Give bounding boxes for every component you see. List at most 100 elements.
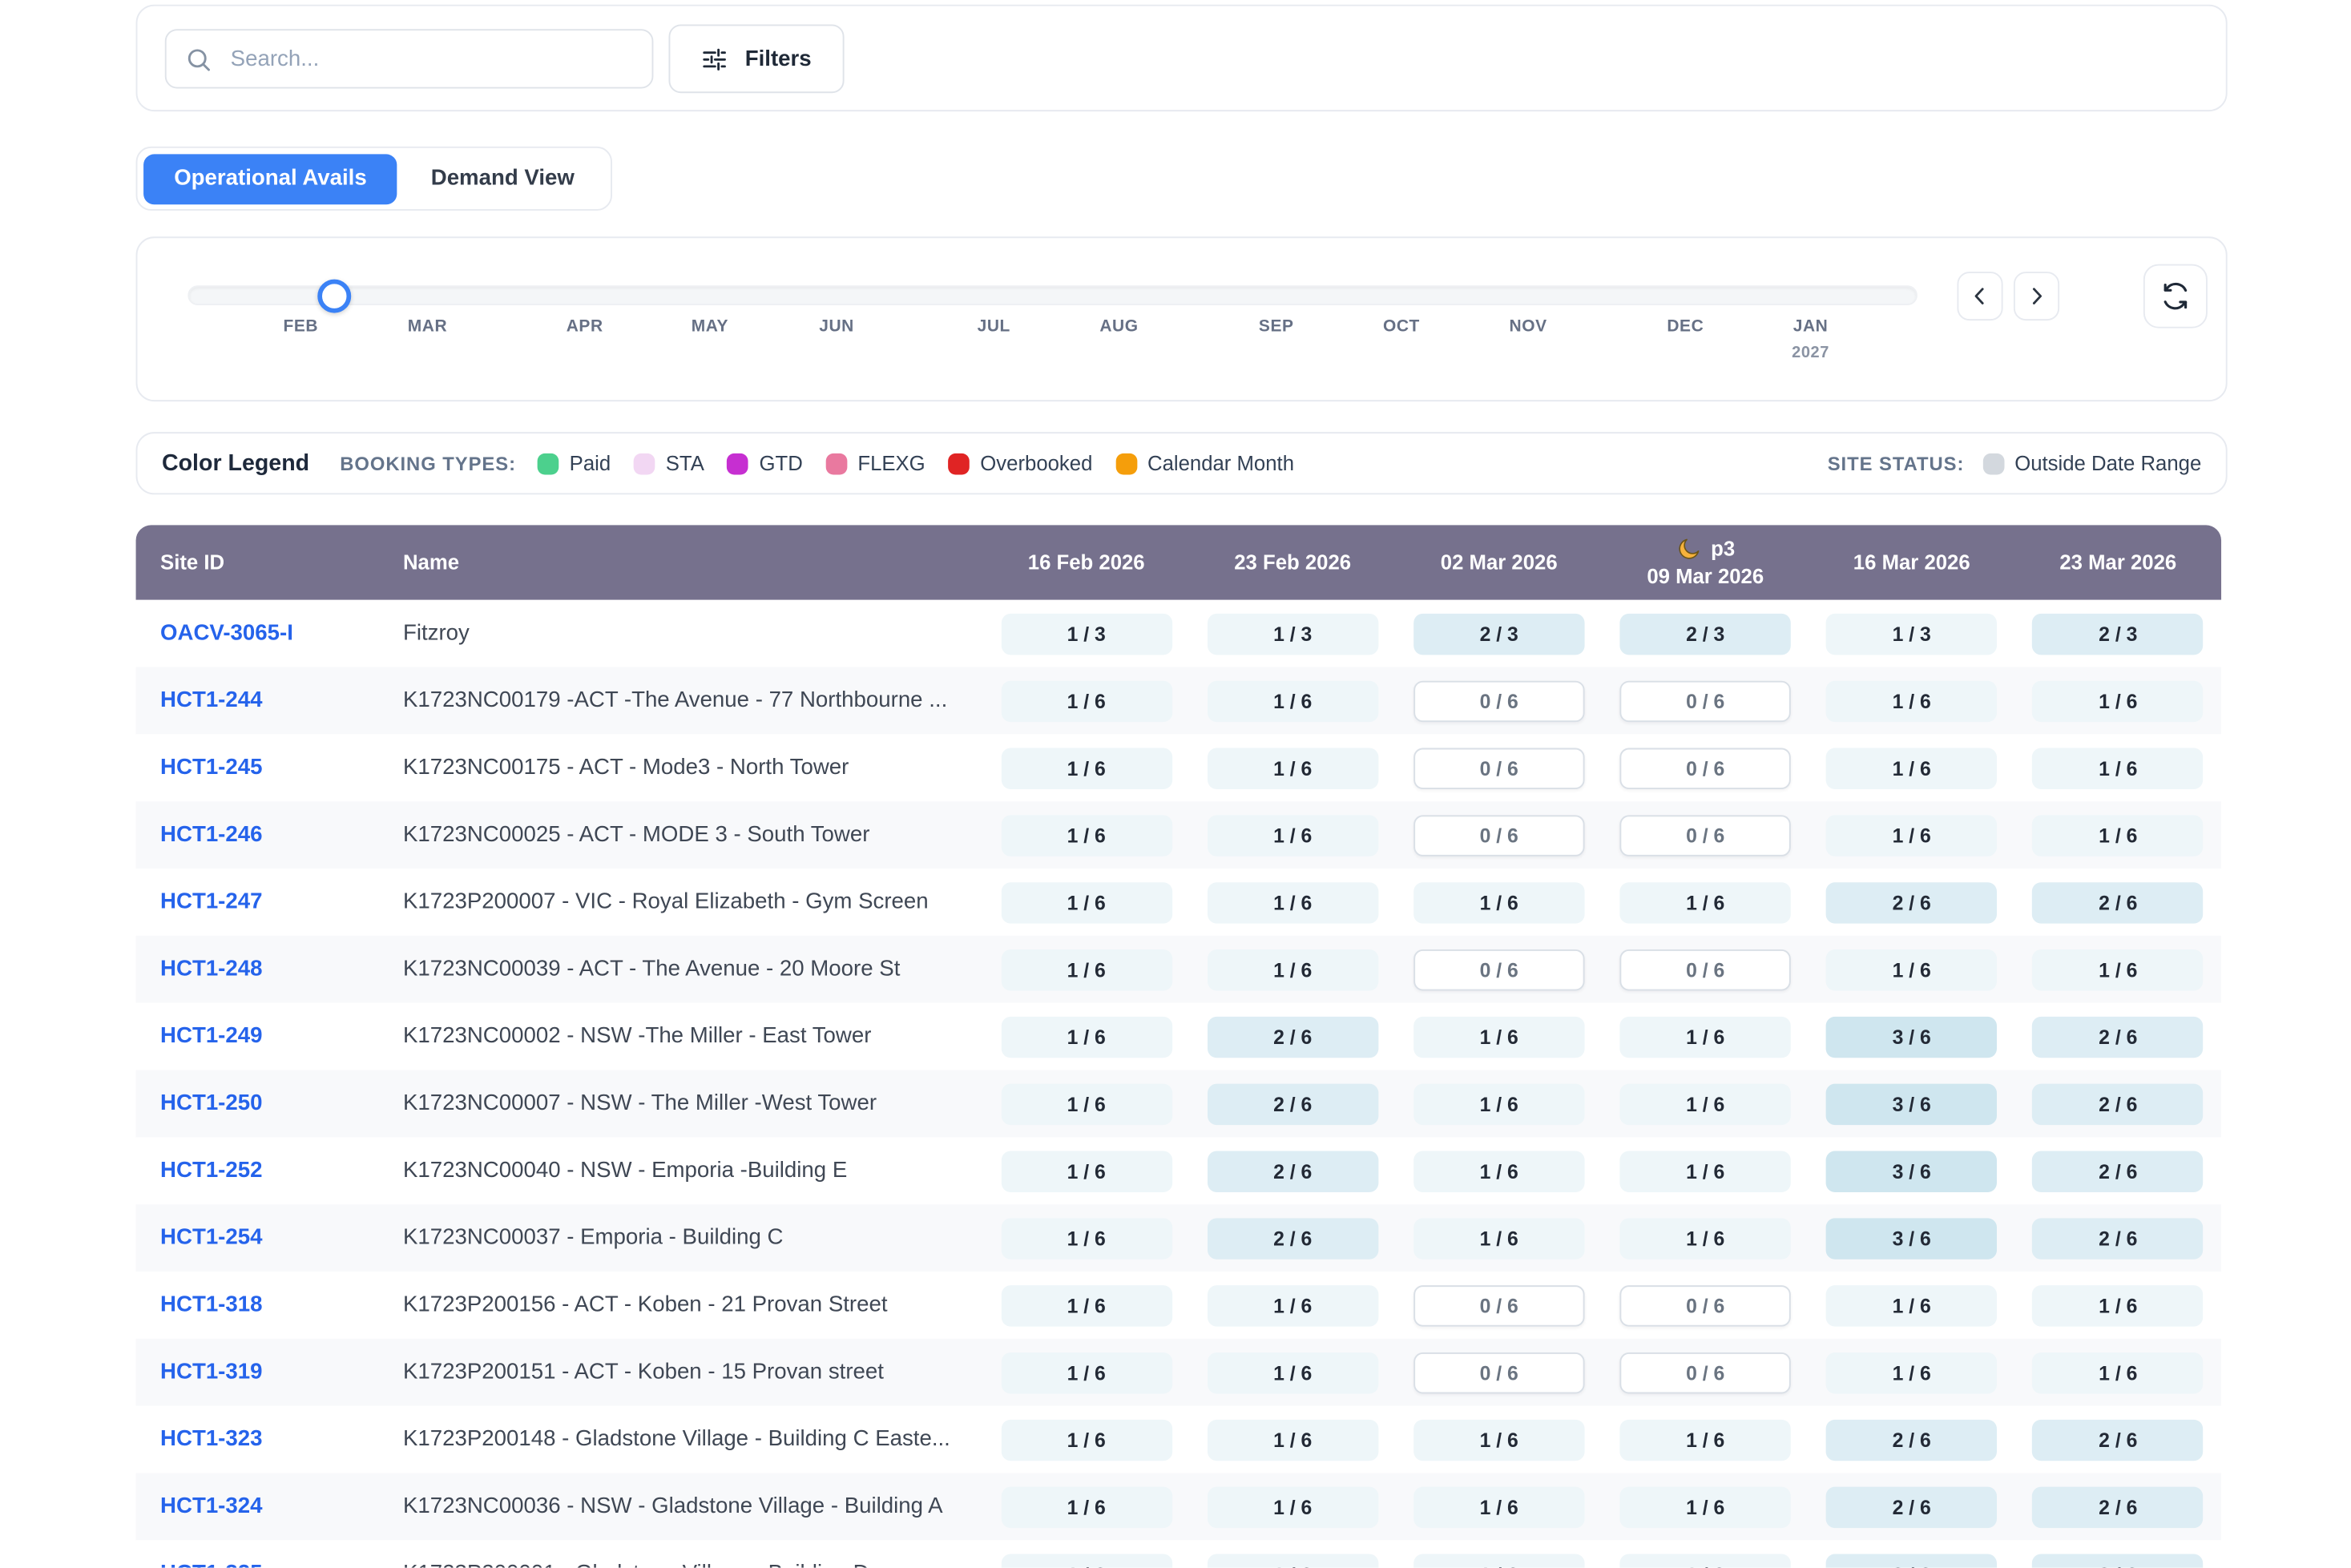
availability-cell[interactable]: 1 / 6 [1413,1419,1584,1460]
availability-cell[interactable]: 1 / 6 [1207,680,1377,721]
availability-cell[interactable]: 2 / 6 [1207,1016,1377,1057]
availability-cell[interactable]: 1 / 6 [1826,814,1997,855]
availability-cell[interactable]: 1 / 6 [1620,1554,1791,1568]
site-id-link[interactable]: HCT1-248 [136,957,263,982]
availability-cell[interactable]: 0 / 6 [1413,680,1584,721]
availability-cell[interactable]: 1 / 6 [2033,814,2204,855]
availability-cell[interactable]: 1 / 6 [1207,1284,1377,1325]
availability-cell[interactable]: 3 / 6 [1826,1151,1997,1191]
availability-cell[interactable]: 2 / 3 [2033,613,2204,654]
availability-cell[interactable]: 1 / 3 [1001,613,1171,654]
availability-cell[interactable]: 0 / 6 [1620,1284,1791,1325]
availability-cell[interactable]: 2 / 6 [2033,1083,2204,1124]
availability-cell[interactable]: 1 / 6 [1826,1284,1997,1325]
availability-cell[interactable]: 1 / 6 [1207,1554,1377,1568]
site-id-link[interactable]: HCT1-254 [136,1226,263,1250]
availability-cell[interactable]: 1 / 3 [1826,613,1997,654]
availability-cell[interactable]: 0 / 6 [1620,748,1791,788]
availability-cell[interactable]: 2 / 3 [1413,613,1584,654]
availability-cell[interactable]: 2 / 6 [1826,1554,1997,1568]
availability-cell[interactable]: 1 / 6 [1620,1083,1791,1124]
availability-cell[interactable]: 1 / 6 [1620,1016,1791,1057]
availability-cell[interactable]: 1 / 6 [1826,748,1997,788]
availability-cell[interactable]: 0 / 6 [1413,814,1584,855]
availability-cell[interactable]: 1 / 6 [1001,1554,1171,1568]
availability-cell[interactable]: 3 / 6 [1826,1016,1997,1057]
availability-cell[interactable]: 2 / 6 [1826,1419,1997,1460]
availability-cell[interactable]: 2 / 6 [2033,1151,2204,1191]
availability-cell[interactable]: 2 / 6 [2033,1016,2204,1057]
availability-cell[interactable]: 1 / 6 [1207,881,1377,922]
availability-cell[interactable]: 1 / 6 [2033,949,2204,990]
availability-cell[interactable]: 1 / 6 [1620,1419,1791,1460]
availability-cell[interactable]: 1 / 6 [1413,1083,1584,1124]
availability-cell[interactable]: 1 / 6 [2033,1284,2204,1325]
availability-cell[interactable]: 1 / 6 [1001,881,1171,922]
availability-cell[interactable]: 1 / 6 [1826,1352,1997,1393]
availability-cell[interactable]: 1 / 6 [1001,1419,1171,1460]
availability-cell[interactable]: 1 / 6 [1413,1554,1584,1568]
site-id-link[interactable]: HCT1-325 [136,1562,263,1568]
search-input[interactable] [228,45,634,72]
availability-cell[interactable]: 2 / 6 [2033,1486,2204,1527]
availability-cell[interactable]: 1 / 6 [1620,881,1791,922]
site-id-link[interactable]: OACV-3065-I [136,621,293,645]
availability-cell[interactable]: 0 / 6 [1413,1352,1584,1393]
timeline-handle[interactable] [317,279,351,312]
availability-cell[interactable]: 1 / 6 [1826,680,1997,721]
site-id-link[interactable]: HCT1-250 [136,1091,263,1115]
availability-cell[interactable]: 1 / 6 [1207,1419,1377,1460]
availability-cell[interactable]: 1 / 6 [1001,1083,1171,1124]
availability-cell[interactable]: 2 / 6 [2033,1419,2204,1460]
site-id-link[interactable]: HCT1-252 [136,1159,263,1183]
availability-cell[interactable]: 1 / 6 [1001,680,1171,721]
availability-cell[interactable]: 2 / 6 [1207,1217,1377,1258]
availability-cell[interactable]: 0 / 6 [1620,814,1791,855]
availability-cell[interactable]: 1 / 6 [1001,1486,1171,1527]
site-id-link[interactable]: HCT1-245 [136,756,263,780]
site-id-link[interactable]: HCT1-247 [136,890,263,914]
timeline-prev-button[interactable] [1957,272,2002,320]
availability-cell[interactable]: 1 / 6 [1413,1217,1584,1258]
site-id-link[interactable]: HCT1-244 [136,688,263,712]
availability-cell[interactable]: 3 / 6 [1826,1217,1997,1258]
availability-cell[interactable]: 0 / 6 [1413,1284,1584,1325]
timeline-track[interactable] [188,285,1917,305]
availability-cell[interactable]: 1 / 6 [1207,1486,1377,1527]
availability-cell[interactable]: 1 / 6 [2033,1352,2204,1393]
availability-cell[interactable]: 3 / 6 [1826,1083,1997,1124]
availability-cell[interactable]: 2 / 6 [2033,1554,2204,1568]
availability-cell[interactable]: 2 / 6 [2033,881,2204,922]
search-box[interactable] [165,29,654,88]
availability-cell[interactable]: 1 / 6 [1207,748,1377,788]
site-id-link[interactable]: HCT1-246 [136,823,263,847]
availability-cell[interactable]: 2 / 6 [1207,1083,1377,1124]
availability-cell[interactable]: 1 / 6 [1413,1151,1584,1191]
availability-cell[interactable]: 2 / 6 [2033,1217,2204,1258]
availability-cell[interactable]: 1 / 6 [1001,814,1171,855]
tab-demand-view[interactable]: Demand View [401,153,605,204]
availability-cell[interactable]: 1 / 3 [1207,613,1377,654]
availability-cell[interactable]: 1 / 6 [1001,1284,1171,1325]
availability-cell[interactable]: 1 / 6 [1001,1151,1171,1191]
availability-cell[interactable]: 2 / 6 [1207,1151,1377,1191]
availability-cell[interactable]: 1 / 6 [1413,1486,1584,1527]
availability-cell[interactable]: 1 / 6 [1413,1016,1584,1057]
filters-button[interactable]: Filters [668,24,843,93]
availability-cell[interactable]: 1 / 6 [1620,1151,1791,1191]
availability-cell[interactable]: 2 / 6 [1826,1486,1997,1527]
availability-cell[interactable]: 1 / 6 [1620,1217,1791,1258]
availability-cell[interactable]: 1 / 6 [1001,949,1171,990]
availability-cell[interactable]: 0 / 6 [1413,949,1584,990]
availability-cell[interactable]: 0 / 6 [1413,748,1584,788]
availability-cell[interactable]: 1 / 6 [1001,1217,1171,1258]
availability-cell[interactable]: 2 / 3 [1620,613,1791,654]
site-id-link[interactable]: HCT1-318 [136,1293,263,1317]
availability-cell[interactable]: 0 / 6 [1620,680,1791,721]
availability-cell[interactable]: 0 / 6 [1620,1352,1791,1393]
availability-cell[interactable]: 2 / 6 [1826,881,1997,922]
tab-operational-avails[interactable]: Operational Avails [143,153,397,204]
availability-cell[interactable]: 1 / 6 [1207,949,1377,990]
site-id-link[interactable]: HCT1-324 [136,1494,263,1518]
availability-cell[interactable]: 1 / 6 [1620,1486,1791,1527]
